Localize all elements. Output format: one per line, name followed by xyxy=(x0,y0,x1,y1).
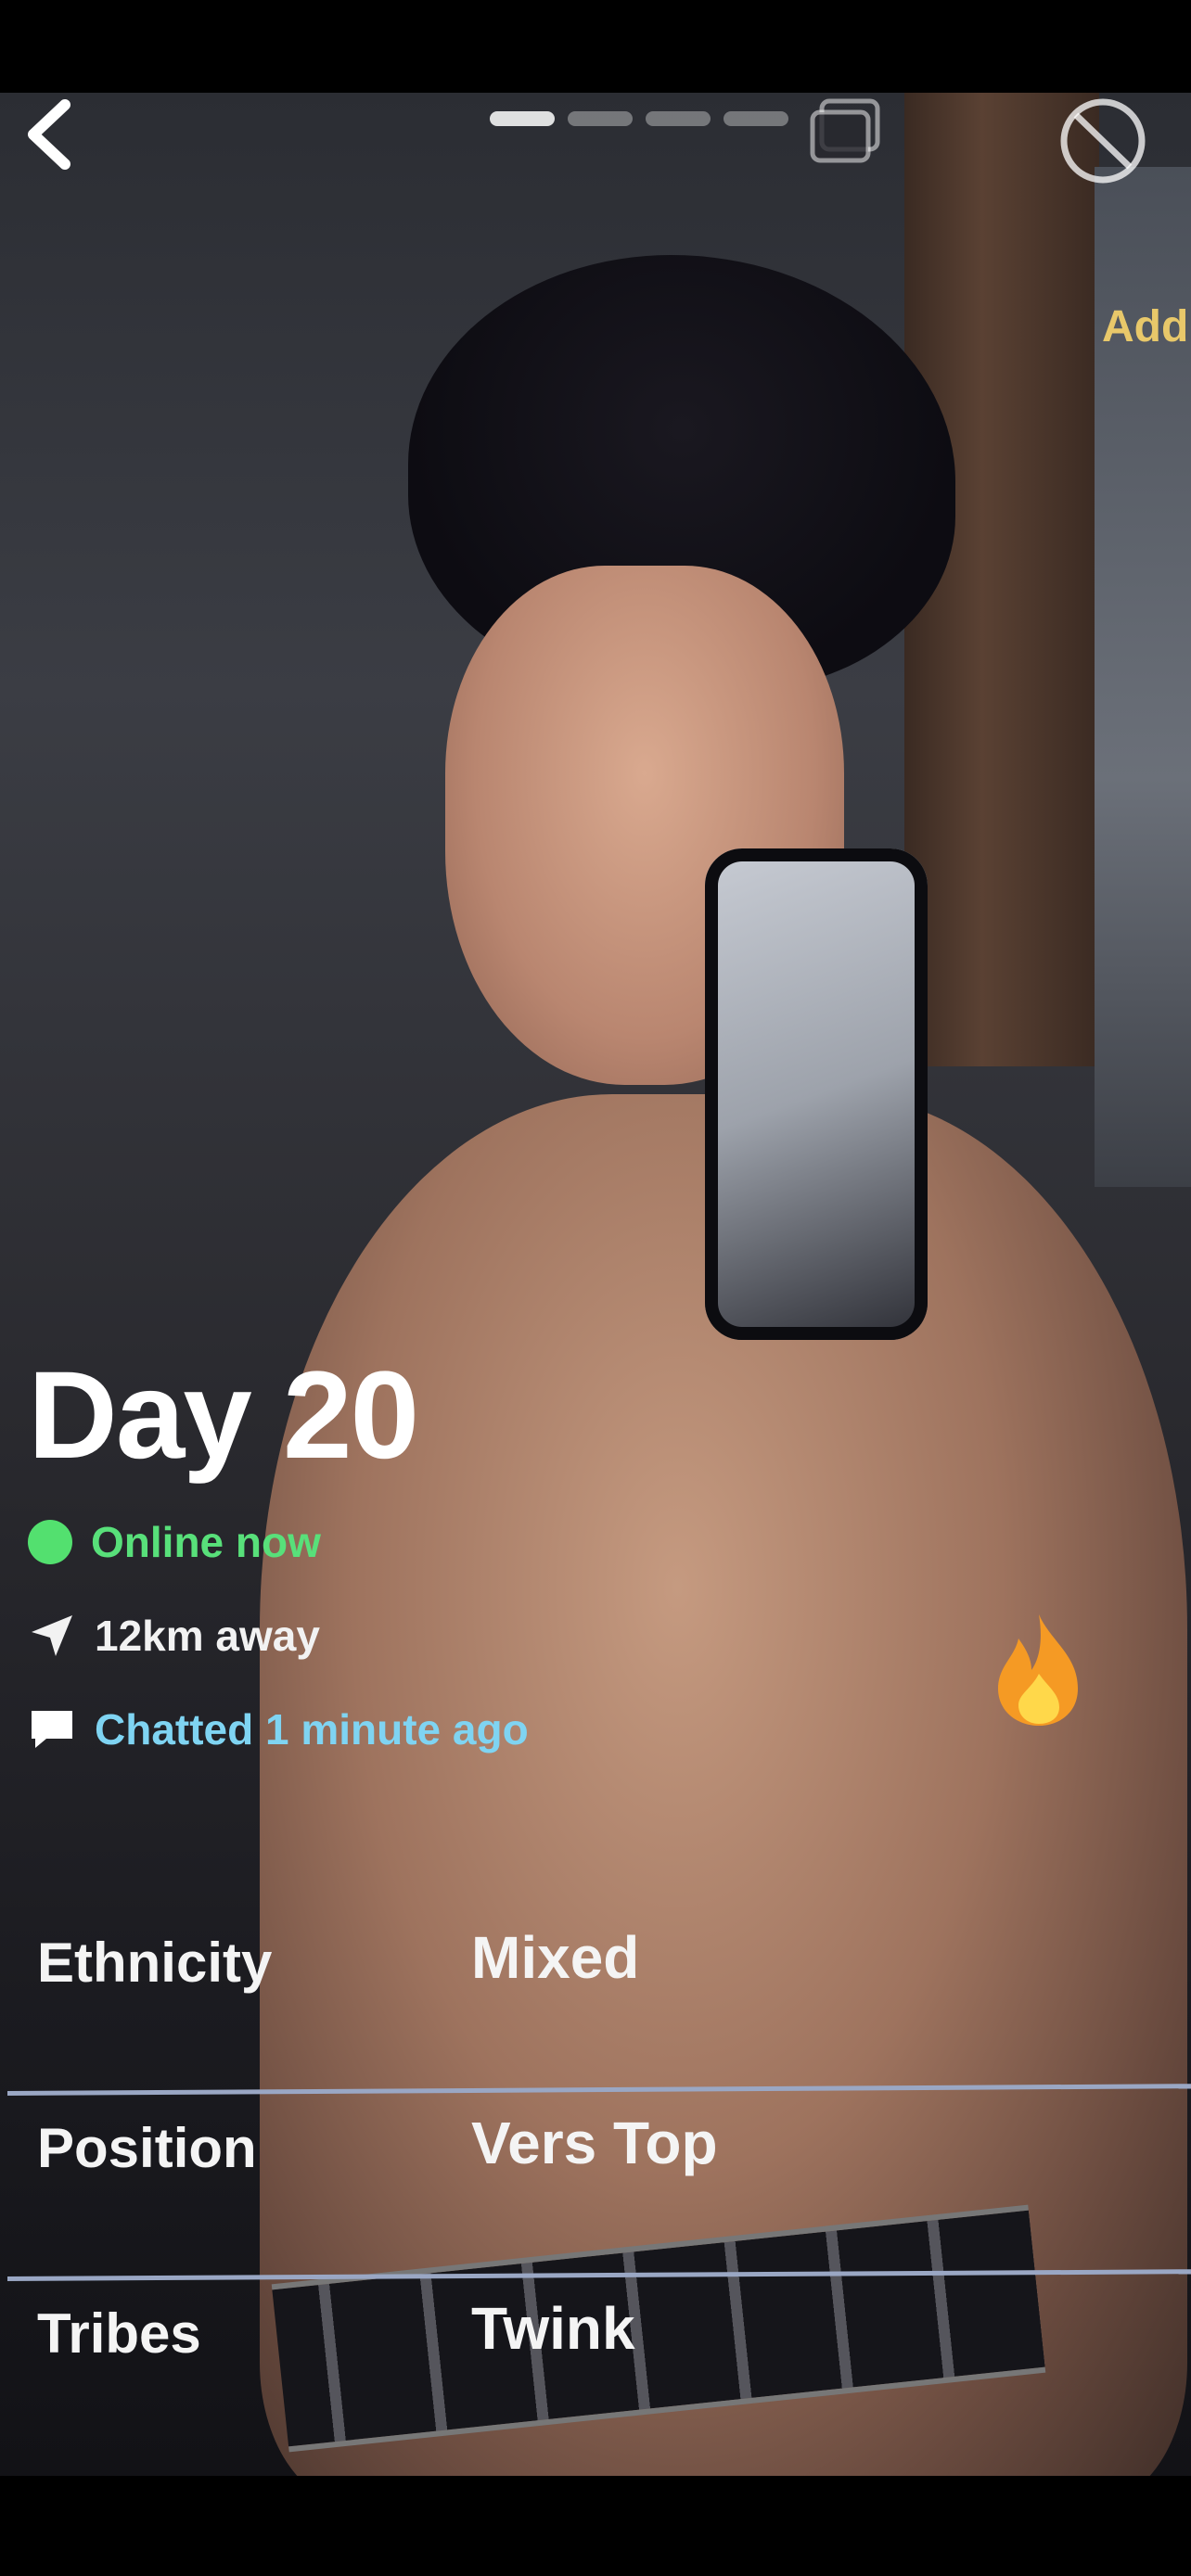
stat-label: Position xyxy=(37,2117,257,2179)
last-chat: Chatted 1 minute ago xyxy=(28,1704,529,1754)
distance: 12km away xyxy=(28,1611,320,1661)
stat-label: Tribes xyxy=(37,2302,201,2365)
fire-icon[interactable] xyxy=(985,1609,1093,1729)
stat-row-tribes: Tribes Twink xyxy=(0,2281,1191,2467)
stat-value: Twink xyxy=(471,2295,635,2362)
photo-pager[interactable] xyxy=(490,111,788,126)
profile-name: Day 20 xyxy=(28,1346,419,1485)
next-profile-add-label: Add xyxy=(1102,302,1189,351)
stat-row-ethnicity: Ethnicity Mixed xyxy=(0,1910,1191,2096)
gallery-icon[interactable] xyxy=(809,97,883,164)
photo-pager-dot[interactable] xyxy=(490,111,555,126)
distance-text: 12km away xyxy=(95,1612,320,1660)
photo-pager-dot[interactable] xyxy=(646,111,711,126)
online-status-text: Online now xyxy=(91,1518,321,1566)
chevron-left-icon[interactable] xyxy=(17,97,91,172)
online-dot-icon xyxy=(28,1520,72,1564)
photo-pager-dot[interactable] xyxy=(568,111,633,126)
last-chat-text: Chatted 1 minute ago xyxy=(95,1705,529,1753)
profile-stats: Ethnicity Mixed Position Vers Top Tribes… xyxy=(0,1910,1191,2467)
block-icon[interactable] xyxy=(1052,95,1154,187)
photo-pager-dot[interactable] xyxy=(724,111,788,126)
divider xyxy=(6,2084,1191,2096)
location-arrow-icon xyxy=(32,1615,72,1656)
profile-photo-phone xyxy=(705,848,928,1340)
online-status: Online now xyxy=(28,1517,321,1567)
stat-value: Vers Top xyxy=(471,2110,718,2176)
stat-row-position: Position Vers Top xyxy=(0,2096,1191,2281)
stat-label: Ethnicity xyxy=(37,1932,273,1994)
divider xyxy=(6,2269,1191,2281)
chat-bubble-icon xyxy=(32,1711,72,1748)
stat-value: Mixed xyxy=(471,1924,640,1991)
